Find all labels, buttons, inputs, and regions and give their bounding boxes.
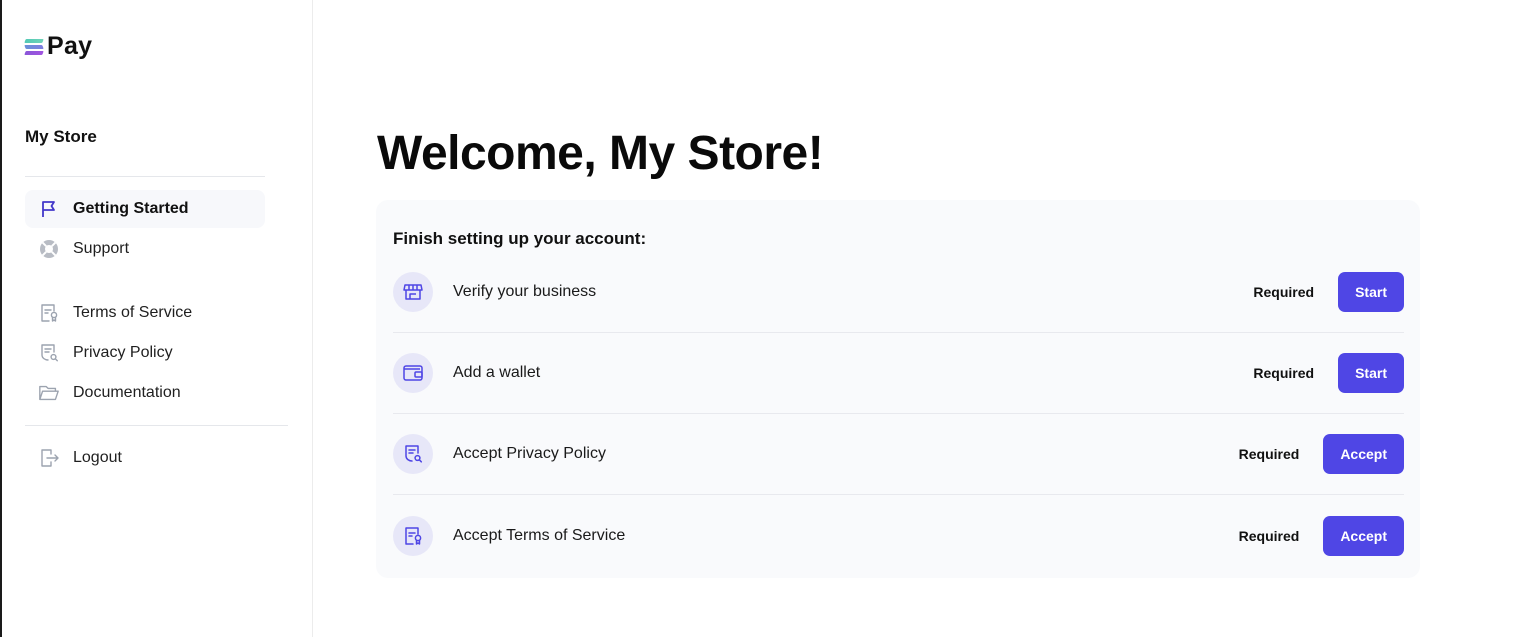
setup-card: Finish setting up your account: Verify y… (376, 200, 1420, 578)
sidebar-item-documentation[interactable]: Documentation (25, 374, 265, 412)
sidebar-item-getting-started[interactable]: Getting Started (25, 190, 265, 228)
store-name: My Store (25, 127, 97, 146)
sidebar-divider (25, 425, 288, 426)
task-label: Add a wallet (453, 364, 541, 381)
task-row-accept-terms-of-service: Accept Terms of Service Required Accept (393, 495, 1404, 576)
sidebar-divider (25, 176, 265, 177)
stacked-stripes-logo-icon (24, 38, 44, 56)
task-label: Accept Terms of Service (453, 526, 626, 544)
sidebar-item-label: Support (73, 240, 130, 257)
sidebar-item-label: Privacy Policy (73, 344, 173, 361)
start-verify-business-button[interactable]: Start (1338, 272, 1404, 312)
folder-open-icon (38, 382, 60, 404)
brand-logo[interactable]: Pay (24, 32, 93, 60)
document-search-icon (38, 342, 60, 364)
accept-privacy-policy-button[interactable]: Accept (1323, 434, 1404, 474)
page-title: Welcome, My Store! (377, 127, 824, 180)
status-badge: Required (1238, 527, 1300, 544)
task-row-accept-privacy-policy: Accept Privacy Policy Required Accept (393, 414, 1404, 495)
sidebar-item-label: Terms of Service (73, 304, 193, 321)
sidebar-item-privacy-policy[interactable]: Privacy Policy (25, 334, 265, 372)
document-badge-icon (38, 302, 60, 324)
status-badge: Required (1253, 284, 1315, 300)
accept-terms-of-service-button[interactable]: Accept (1323, 515, 1404, 556)
document-badge-icon (393, 515, 433, 556)
sidebar-item-label: Logout (73, 449, 122, 466)
task-label: Accept Privacy Policy (453, 445, 606, 462)
status-badge: Required (1238, 446, 1300, 462)
setup-card-title: Finish setting up your account: (393, 229, 647, 248)
sidebar: Pay My Store Getting Started Support Ter… (2, 0, 313, 637)
lifebuoy-icon (38, 238, 60, 260)
sidebar-item-label: Documentation (73, 384, 181, 401)
document-search-icon (393, 434, 433, 474)
logout-icon (38, 447, 60, 469)
status-badge: Required (1253, 365, 1315, 381)
wallet-icon (393, 353, 433, 393)
task-row-add-wallet: Add a wallet Required Start (393, 333, 1404, 414)
brand-name: Pay (47, 32, 93, 60)
sidebar-item-support[interactable]: Support (25, 230, 265, 268)
task-label: Verify your business (453, 283, 597, 300)
flag-icon (38, 198, 60, 220)
storefront-icon (393, 272, 433, 312)
sidebar-item-terms-of-service[interactable]: Terms of Service (25, 294, 265, 332)
sidebar-item-label: Getting Started (73, 200, 189, 217)
task-row-verify-business: Verify your business Required Start (393, 252, 1404, 333)
sidebar-item-logout[interactable]: Logout (25, 439, 265, 477)
start-add-wallet-button[interactable]: Start (1338, 353, 1404, 393)
